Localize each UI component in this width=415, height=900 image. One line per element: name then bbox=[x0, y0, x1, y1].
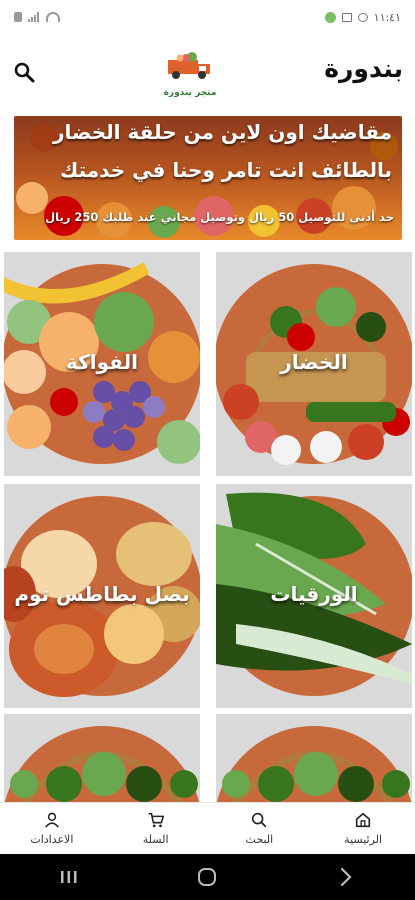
category-card-vegetables[interactable]: الخضار bbox=[216, 252, 412, 476]
search-icon bbox=[14, 62, 35, 83]
user-icon bbox=[44, 812, 59, 828]
status-left bbox=[14, 12, 60, 22]
status-bar: ١١:٤١ bbox=[0, 0, 415, 34]
notification-icon bbox=[357, 12, 368, 22]
signal-icon bbox=[28, 12, 40, 22]
promo-banner[interactable]: مقاضيك اون لاين من حلقة الخضار بالطائف ا… bbox=[14, 116, 402, 240]
back-system-button[interactable] bbox=[326, 862, 366, 892]
chevron-right-icon bbox=[340, 867, 352, 887]
whatsapp-icon bbox=[324, 11, 336, 23]
system-navigation-bar bbox=[0, 854, 415, 900]
category-label: الخضار bbox=[280, 350, 348, 374]
nav-home[interactable]: الرئيسية bbox=[311, 803, 415, 854]
logo-text: متجر بندورة bbox=[163, 88, 217, 98]
page-title: بندورة bbox=[324, 54, 403, 83]
home-circle-icon bbox=[198, 868, 217, 886]
store-logo: متجر بندورة bbox=[150, 52, 230, 98]
nav-search-label: البحث bbox=[245, 833, 274, 846]
category-card-fruits[interactable]: الفواكة bbox=[4, 252, 200, 476]
app-header: متجر بندورة بندورة bbox=[0, 34, 415, 108]
gallery-icon bbox=[341, 12, 352, 22]
nav-settings[interactable]: الاعدادات bbox=[0, 803, 104, 854]
banner-headline: مقاضيك اون لاين من حلقة الخضار bbox=[53, 120, 392, 144]
search-icon bbox=[252, 812, 267, 828]
category-label: الورقيات bbox=[270, 582, 358, 606]
category-label: الفواكة bbox=[66, 350, 138, 374]
status-time: ١١:٤١ bbox=[373, 10, 401, 24]
recent-apps-button[interactable] bbox=[49, 862, 89, 892]
header-search-button[interactable] bbox=[12, 60, 36, 84]
nav-cart-label: السلة bbox=[142, 833, 169, 846]
home-system-button[interactable] bbox=[187, 862, 227, 892]
truck-logo-icon bbox=[168, 52, 210, 79]
status-right: ١١:٤١ bbox=[324, 10, 401, 24]
nav-home-label: الرئيسية bbox=[344, 833, 383, 846]
nav-search[interactable]: البحث bbox=[208, 803, 312, 854]
nav-cart[interactable]: السلة bbox=[104, 803, 208, 854]
cart-icon bbox=[148, 812, 164, 828]
category-label: بصل بطاطس توم bbox=[14, 582, 190, 606]
category-card-onion-potato-garlic[interactable]: بصل بطاطس توم bbox=[4, 484, 200, 708]
bottom-navigation: الرئيسية البحث السلة الاعدادات bbox=[0, 802, 415, 854]
category-card-leafy-greens[interactable]: الورقيات bbox=[216, 484, 412, 708]
nav-settings-label: الاعدادات bbox=[30, 833, 74, 846]
banner-subheadline: بالطائف انت تامر وحنا في خدمتك bbox=[59, 158, 392, 182]
lock-icon bbox=[14, 12, 22, 22]
banner-delivery-note: حد أدنى للتوصيل 50 ريال وتوصيل مجاني عند… bbox=[45, 210, 394, 224]
home-icon bbox=[356, 812, 371, 828]
wifi-icon bbox=[46, 12, 60, 22]
recent-apps-icon bbox=[61, 871, 77, 883]
